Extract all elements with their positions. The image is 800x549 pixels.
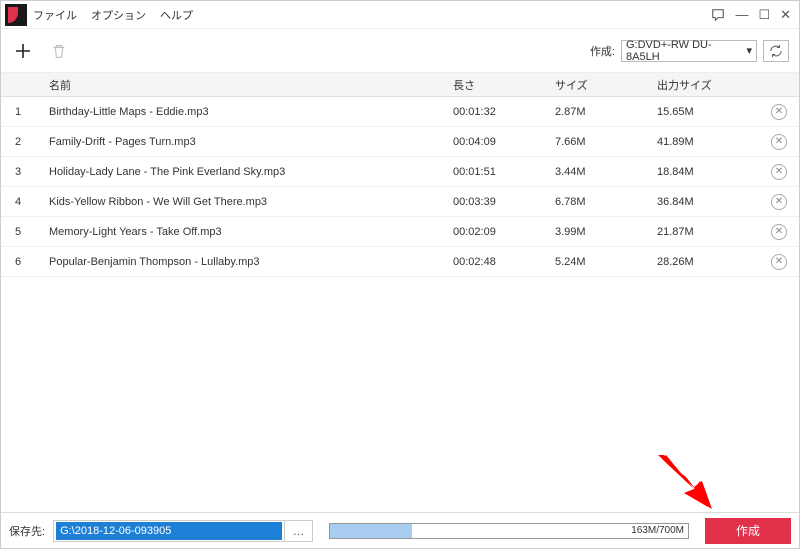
row-delete-button[interactable]: ✕	[771, 194, 787, 210]
row-index: 5	[1, 226, 43, 238]
table-row[interactable]: 5Memory-Light Years - Take Off.mp300:02:…	[1, 217, 799, 247]
menu-option[interactable]: オプション	[91, 7, 146, 23]
row-index: 3	[1, 166, 43, 178]
add-button[interactable]	[11, 39, 35, 63]
chevron-down-icon: ▾	[746, 44, 752, 57]
progress-fill	[330, 524, 412, 538]
trash-icon	[50, 42, 68, 60]
row-output: 21.87M	[657, 226, 759, 238]
window-controls: — ☐ ✕	[711, 7, 799, 23]
row-name: Popular-Benjamin Thompson - Lullaby.mp3	[43, 256, 453, 268]
plus-icon	[13, 41, 33, 61]
row-name: Memory-Light Years - Take Off.mp3	[43, 226, 453, 238]
row-size: 5.24M	[555, 256, 657, 268]
row-length: 00:04:09	[453, 136, 555, 148]
row-delete-cell: ✕	[759, 134, 799, 150]
minimize-icon[interactable]: —	[735, 7, 748, 22]
save-path-box: G:\2018-12-06-093905 …	[53, 520, 313, 542]
table-row[interactable]: 2Family-Drift - Pages Turn.mp300:04:097.…	[1, 127, 799, 157]
table-row[interactable]: 1Birthday-Little Maps - Eddie.mp300:01:3…	[1, 97, 799, 127]
row-index: 6	[1, 256, 43, 268]
menu-help[interactable]: ヘルプ	[160, 7, 193, 23]
file-table: 名前 長さ サイズ 出力サイズ 1Birthday-Little Maps - …	[1, 73, 799, 512]
app-window: ファイル オプション ヘルプ — ☐ ✕ 作成: G:DVD+-RW DU-8A…	[0, 0, 800, 549]
menubar: ファイル オプション ヘルプ	[33, 7, 193, 23]
progress-bar: 163M/700M	[329, 523, 689, 539]
row-delete-button[interactable]: ✕	[771, 134, 787, 150]
device-select[interactable]: G:DVD+-RW DU-8A5LH ▾	[621, 40, 757, 62]
row-length: 00:02:48	[453, 256, 555, 268]
toolbar: 作成: G:DVD+-RW DU-8A5LH ▾	[1, 29, 799, 73]
progress-text: 163M/700M	[631, 524, 684, 538]
row-size: 3.99M	[555, 226, 657, 238]
delete-button[interactable]	[47, 39, 71, 63]
device-row: 作成: G:DVD+-RW DU-8A5LH ▾	[590, 40, 789, 62]
browse-button[interactable]: …	[284, 521, 312, 541]
table-body: 1Birthday-Little Maps - Eddie.mp300:01:3…	[1, 97, 799, 512]
row-length: 00:01:51	[453, 166, 555, 178]
row-index: 1	[1, 106, 43, 118]
row-output: 18.84M	[657, 166, 759, 178]
row-size: 7.66M	[555, 136, 657, 148]
row-name: Family-Drift - Pages Turn.mp3	[43, 136, 453, 148]
row-name: Birthday-Little Maps - Eddie.mp3	[43, 106, 453, 118]
save-path-input[interactable]: G:\2018-12-06-093905	[56, 522, 282, 540]
col-name[interactable]: 名前	[43, 77, 453, 93]
table-row[interactable]: 3Holiday-Lady Lane - The Pink Everland S…	[1, 157, 799, 187]
row-delete-button[interactable]: ✕	[771, 254, 787, 270]
col-size[interactable]: サイズ	[555, 77, 657, 93]
row-name: Holiday-Lady Lane - The Pink Everland Sk…	[43, 166, 453, 178]
row-size: 2.87M	[555, 106, 657, 118]
row-delete-cell: ✕	[759, 254, 799, 270]
row-name: Kids-Yellow Ribbon - We Will Get There.m…	[43, 196, 453, 208]
row-delete-button[interactable]: ✕	[771, 104, 787, 120]
row-output: 15.65M	[657, 106, 759, 118]
save-label: 保存先:	[9, 523, 45, 539]
menu-file[interactable]: ファイル	[33, 7, 77, 23]
row-index: 2	[1, 136, 43, 148]
row-index: 4	[1, 196, 43, 208]
row-size: 3.44M	[555, 166, 657, 178]
device-value: G:DVD+-RW DU-8A5LH	[626, 39, 742, 63]
row-delete-cell: ✕	[759, 104, 799, 120]
create-button[interactable]: 作成	[705, 518, 791, 544]
table-header: 名前 長さ サイズ 出力サイズ	[1, 73, 799, 97]
table-row[interactable]: 6Popular-Benjamin Thompson - Lullaby.mp3…	[1, 247, 799, 277]
row-length: 00:03:39	[453, 196, 555, 208]
feedback-icon[interactable]	[711, 8, 725, 22]
maximize-icon[interactable]: ☐	[758, 7, 770, 23]
row-length: 00:01:32	[453, 106, 555, 118]
create-label: 作成:	[590, 43, 615, 59]
row-delete-cell: ✕	[759, 224, 799, 240]
col-output[interactable]: 出力サイズ	[657, 77, 759, 93]
row-delete-cell: ✕	[759, 164, 799, 180]
row-size: 6.78M	[555, 196, 657, 208]
row-output: 41.89M	[657, 136, 759, 148]
refresh-icon	[769, 44, 783, 58]
row-output: 36.84M	[657, 196, 759, 208]
row-delete-button[interactable]: ✕	[771, 164, 787, 180]
row-output: 28.26M	[657, 256, 759, 268]
app-logo-icon	[5, 4, 27, 26]
titlebar: ファイル オプション ヘルプ — ☐ ✕	[1, 1, 799, 29]
row-delete-cell: ✕	[759, 194, 799, 210]
row-delete-button[interactable]: ✕	[771, 224, 787, 240]
col-length[interactable]: 長さ	[453, 77, 555, 93]
table-row[interactable]: 4Kids-Yellow Ribbon - We Will Get There.…	[1, 187, 799, 217]
footer: 保存先: G:\2018-12-06-093905 … 163M/700M 作成	[1, 512, 799, 548]
close-icon[interactable]: ✕	[780, 7, 791, 23]
row-length: 00:02:09	[453, 226, 555, 238]
refresh-button[interactable]	[763, 40, 789, 62]
